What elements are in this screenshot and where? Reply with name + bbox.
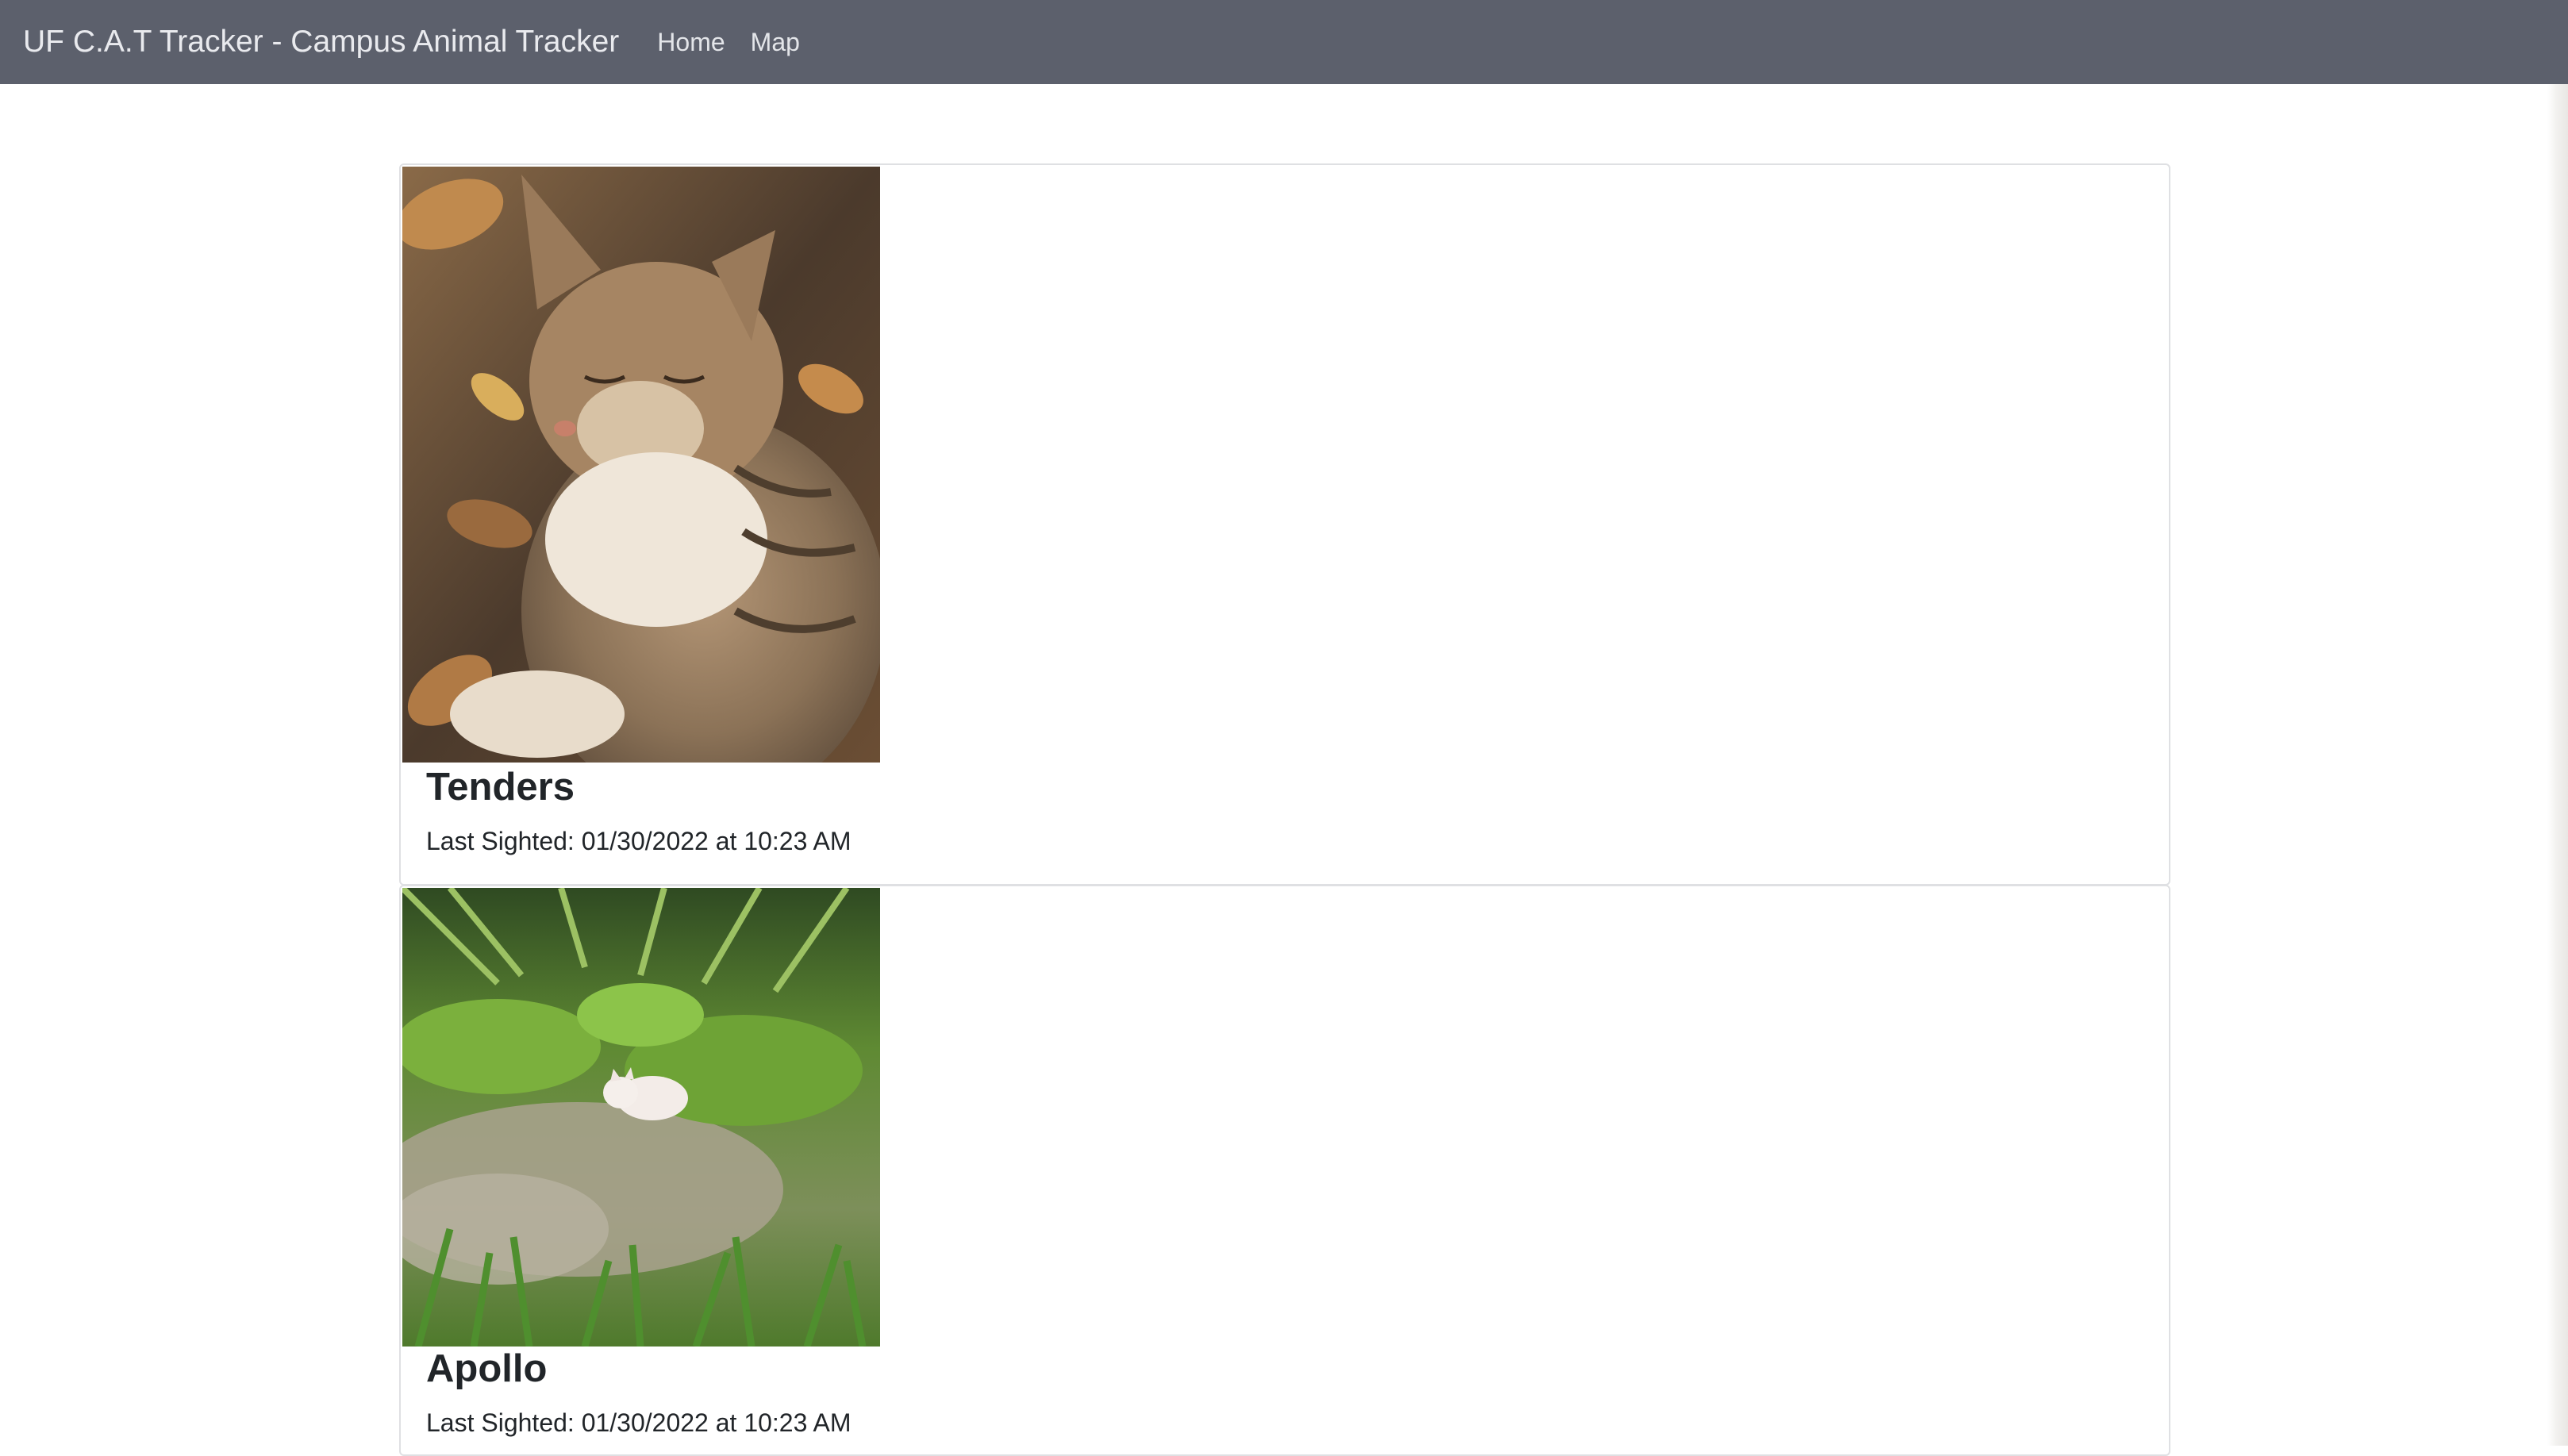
tabby-cat-photo-image (402, 167, 880, 763)
brand-title[interactable]: UF C.A.T Tracker - Campus Animal Tracker (23, 25, 619, 60)
cat-photo-apollo[interactable] (402, 888, 880, 1347)
last-sighted-text: Last Sighted: 01/30/2022 at 10:23 AM (426, 827, 852, 855)
cat-card[interactable]: Apollo Last Sighted: 01/30/2022 at 10:23… (399, 885, 2170, 1456)
top-navbar: UF C.A.T Tracker - Campus Animal Tracker… (0, 0, 2568, 84)
cat-card[interactable]: Tenders Last Sighted: 01/30/2022 at 10:2… (399, 163, 2170, 886)
last-sighted-text: Last Sighted: 01/30/2022 at 10:23 AM (426, 1408, 852, 1437)
nav-link-map[interactable]: Map (751, 28, 800, 57)
cat-photo-tenders[interactable] (402, 167, 880, 763)
right-edge-shadow (2547, 84, 2568, 1446)
cat-name: Tenders (426, 766, 575, 809)
nav-link-home[interactable]: Home (657, 28, 725, 57)
white-cat-in-grass-photo-image (402, 888, 880, 1347)
cat-name: Apollo (426, 1347, 548, 1390)
